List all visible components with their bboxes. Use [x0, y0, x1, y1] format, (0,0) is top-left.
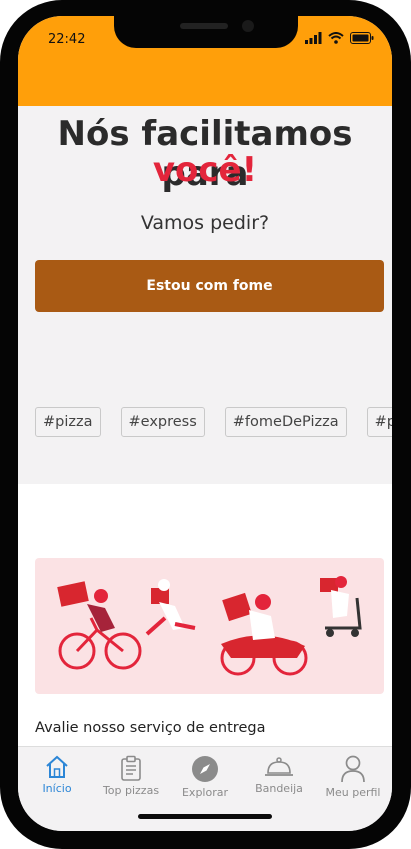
front-camera	[242, 20, 254, 32]
tag-chip[interactable]: #fomeDePizza	[224, 407, 347, 437]
profile-icon	[341, 755, 365, 783]
compass-icon	[192, 756, 218, 782]
tab-inicio[interactable]: Início	[20, 755, 94, 795]
tab-explorar[interactable]: Explorar	[168, 755, 242, 799]
signal-icon	[305, 32, 322, 44]
tab-label: Top pizzas	[102, 784, 160, 797]
home-indicator	[138, 814, 272, 819]
rate-delivery-label: Avalie nosso serviço de entrega	[35, 720, 266, 736]
status-time: 22:42	[48, 32, 86, 47]
tag-list: #pizza #express #fomeDePizza #pizza	[35, 407, 392, 437]
tab-label: Meu perfil	[325, 786, 381, 799]
hungry-button[interactable]: Estou com fome	[35, 260, 384, 312]
delivery-banner[interactable]	[35, 558, 384, 694]
tag-chip[interactable]: #pizza	[366, 407, 392, 437]
app-screen: 22:42 Nós facilitamos para você! Vamos p…	[18, 16, 392, 831]
tag-chip[interactable]: #express	[120, 407, 205, 437]
hero-title-highlight: você!	[152, 150, 258, 190]
battery-icon	[350, 32, 374, 44]
cloche-icon	[265, 757, 293, 776]
status-icons	[305, 32, 374, 44]
tab-bandeija[interactable]: Bandeija	[242, 755, 316, 795]
tab-label: Explorar	[181, 786, 228, 799]
home-icon	[46, 755, 68, 778]
tab-label: Bandeija	[255, 782, 303, 795]
phone-frame: 22:42 Nós facilitamos para você! Vamos p…	[0, 0, 411, 849]
notch	[114, 16, 298, 48]
tab-top-pizzas[interactable]: Top pizzas	[94, 755, 168, 797]
tag-chip[interactable]: #pizza	[35, 407, 101, 437]
clipboard-icon	[121, 755, 141, 781]
wifi-icon	[328, 32, 344, 44]
speaker	[180, 23, 228, 29]
hero-subtitle: Vamos pedir?	[140, 212, 270, 234]
delivery-illustration	[57, 576, 362, 676]
tab-label: Início	[42, 782, 72, 795]
tab-meu-perfil[interactable]: Meu perfil	[316, 755, 390, 799]
